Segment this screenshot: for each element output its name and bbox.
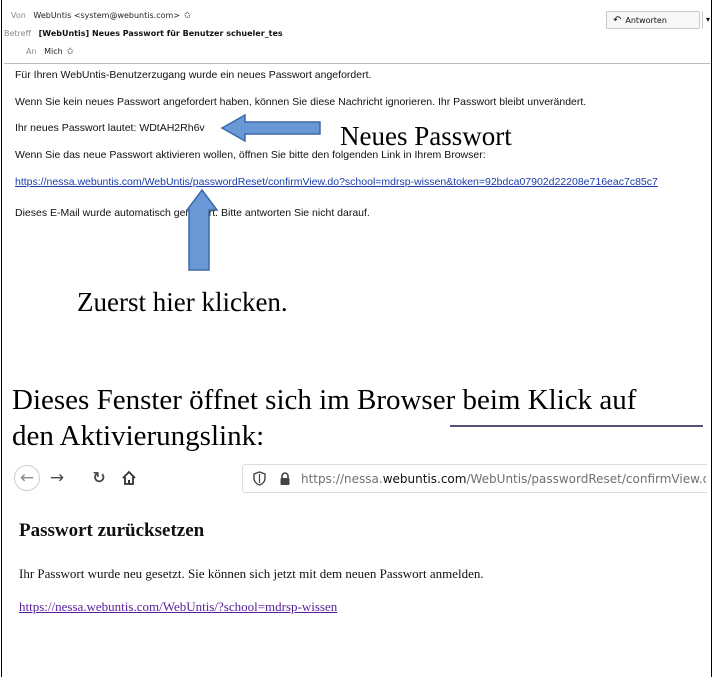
browser-toolbar: ← → ↻ https://nessa.webuntis.com/WebUnti… — [10, 457, 707, 501]
browser-window: ← → ↻ https://nessa.webuntis.com/WebUnti… — [10, 457, 707, 677]
header-divider — [4, 63, 710, 64]
url-suffix: /WebUntis/passwordReset/confirmView.do — [466, 472, 706, 486]
login-link[interactable]: https://nessa.webuntis.com/WebUntis/?sch… — [19, 599, 337, 615]
email-from-row: Von WebUntis <system@webuntis.com> ✩ — [11, 11, 191, 21]
to-value[interactable]: Mich — [44, 47, 63, 56]
body-line-password: Ihr neues Passwort lautet: WDtAH2Rh6v — [15, 122, 205, 134]
reply-button[interactable]: ↶ Antworten — [606, 11, 700, 29]
email-to-row: An Mich ✩ — [26, 47, 74, 57]
activation-link[interactable]: https://nessa.webuntis.com/WebUntis/pass… — [15, 176, 658, 188]
annotation-window-note-2: den Aktivierungslink: — [12, 420, 265, 452]
url-domain: webuntis.com — [382, 472, 467, 486]
subject-value: [WebUntis] Neues Passwort für Benutzer s… — [38, 29, 283, 38]
body-line-2: Wenn Sie kein neues Passwort angefordert… — [15, 96, 587, 108]
subject-label: Betreff — [4, 29, 32, 38]
url-text[interactable]: https://nessa.webuntis.com/WebUntis/pass… — [301, 472, 706, 486]
annotation-window-note-1: Dieses Fenster öffnet sich im Browser be… — [12, 384, 637, 416]
url-bar[interactable]: https://nessa.webuntis.com/WebUntis/pass… — [242, 464, 707, 493]
more-actions-button[interactable]: ▾ — [702, 11, 713, 29]
star-icon[interactable]: ✩ — [184, 11, 192, 21]
back-arrow-icon[interactable]: ← — [14, 465, 40, 491]
email-subject-row: Betreff [WebUntis] Neues Passwort für Be… — [4, 29, 283, 38]
url-prefix: https://nessa. — [301, 472, 383, 486]
shield-icon[interactable] — [253, 471, 266, 490]
star-icon[interactable]: ✩ — [66, 47, 74, 57]
reload-icon[interactable]: ↻ — [86, 465, 112, 491]
from-label: Von — [11, 11, 26, 20]
reply-icon: ↶ — [613, 15, 622, 26]
lock-icon[interactable] — [279, 471, 291, 490]
page-title: Passwort zurücksetzen — [19, 520, 205, 541]
to-label: An — [26, 47, 37, 56]
page-message: Ihr Passwort wurde neu gesetzt. Sie könn… — [19, 566, 484, 581]
annotation-click-here: Zuerst hier klicken. — [77, 287, 288, 317]
annotation-new-password: Neues Passwort — [340, 121, 512, 151]
body-line-1: Für Ihren WebUntis-Benutzerzugang wurde … — [15, 69, 372, 81]
body-line-5: Dieses E-Mail wurde automatisch generier… — [15, 207, 370, 219]
from-value[interactable]: WebUntis <system@webuntis.com> — [33, 11, 180, 20]
forward-arrow-icon[interactable]: → — [44, 465, 70, 491]
reply-button-label: Antworten — [625, 16, 667, 25]
home-icon[interactable] — [116, 465, 142, 491]
